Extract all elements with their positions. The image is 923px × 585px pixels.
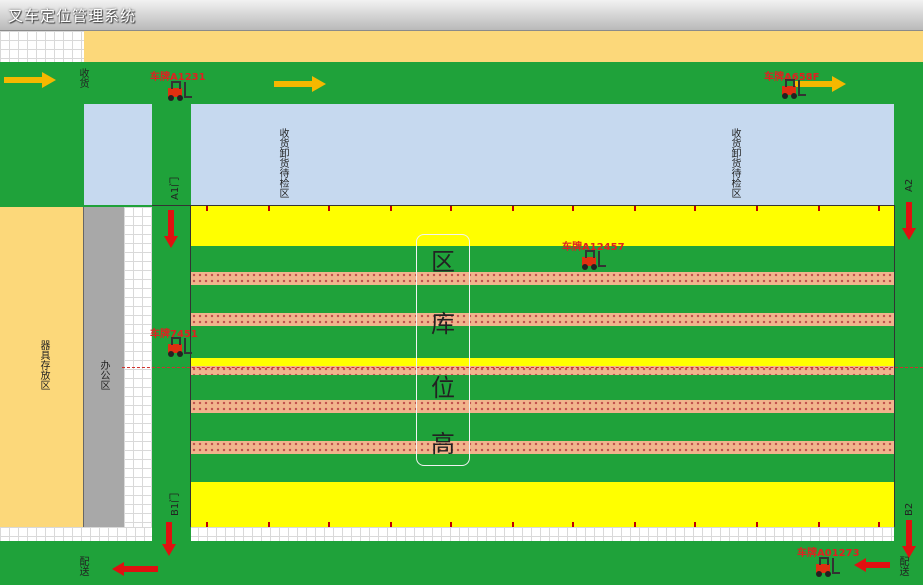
rack-border-right [894,205,895,527]
window-title: 叉车定位管理系统 [8,7,137,25]
position-tick [878,206,880,211]
tool-storage-label: 器具存放区 [38,340,49,390]
door-b1-label: B1门 [170,492,181,516]
door-a2-label: A2 [904,178,915,192]
arrow-right-icon [4,72,56,88]
arrow-down-icon [902,520,916,558]
position-tick [818,522,820,527]
position-tick [756,206,758,211]
center-guide-line [122,367,923,368]
position-tick [818,206,820,211]
top-storage-band [84,31,923,62]
receiving-label: 收货 [77,68,88,88]
position-tick [390,206,392,211]
arrow-down-icon [164,210,178,248]
position-tick [694,206,696,211]
aisle-bottom [191,482,894,527]
position-tick [206,206,208,211]
arrow-down-icon [902,202,916,240]
forklift-icon[interactable] [580,249,606,271]
position-tick [206,522,208,527]
forklift-icon[interactable] [166,80,192,102]
high-rack-char-4: 区 [431,248,455,276]
door-b2-label: B2 [904,502,915,516]
bottom-grid [0,527,923,541]
title-bar [0,0,923,31]
position-tick [634,522,636,527]
arrow-left-icon [112,562,158,576]
position-tick [268,522,270,527]
forklift-icon[interactable] [814,556,840,578]
inspection-zone-left [84,104,152,205]
high-rack-char-3: 库 [431,310,455,338]
rack-row-4 [191,400,894,413]
high-rack-char-2: 位 [431,374,455,402]
position-tick [450,206,452,211]
position-tick [756,522,758,527]
position-tick [328,522,330,527]
rack-row-5 [191,441,894,454]
position-tick [694,522,696,527]
position-tick [390,522,392,527]
aisle-top [191,206,894,246]
position-tick [634,206,636,211]
top-grid-left [0,31,84,62]
position-tick [512,206,514,211]
office-label: 办公区 [98,360,109,390]
forklift-icon[interactable] [166,336,192,358]
inspection-zone-main [191,104,894,205]
position-tick [328,206,330,211]
inspection-zone-label-right: 收货卸货待检区 [729,128,740,198]
position-tick [268,206,270,211]
position-tick [572,206,574,211]
delivery-label-right: 配送 [897,556,908,576]
rack-row-2 [191,313,894,326]
delivery-label-left: 配送 [77,556,88,576]
warehouse-map: 叉车定位管理系统 收货卸货待检区 收货卸货待检区 器具存放区 办公区 区 库 位… [0,0,923,585]
inspection-zone-label-left: 收货卸货待检区 [277,128,288,198]
door-a1-label: A1门 [170,176,181,200]
high-rack-label-box: 区 库 位 高 [416,234,470,466]
rack-row-1 [191,272,894,285]
position-tick [512,522,514,527]
arrow-left-icon [854,558,890,572]
arrow-down-icon [162,522,176,556]
high-rack-char-1: 高 [431,430,455,458]
forklift-icon[interactable] [780,78,806,100]
position-tick [450,522,452,527]
position-tick [878,522,880,527]
position-tick [572,522,574,527]
arrow-right-icon [274,76,326,92]
